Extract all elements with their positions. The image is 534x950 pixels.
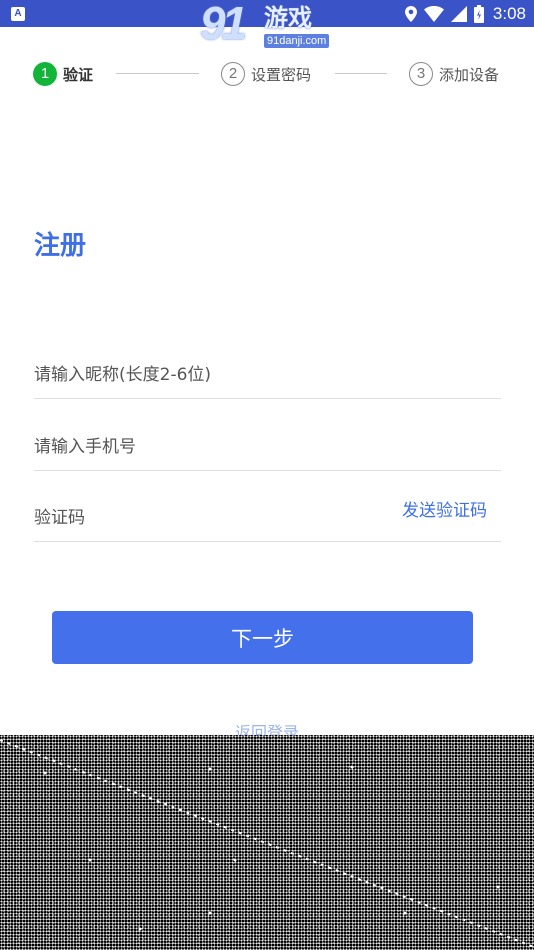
step-divider <box>335 73 387 74</box>
step-add-device: 3 添加设备 <box>409 61 499 87</box>
battery-icon <box>473 4 484 23</box>
watermark-logo: 91 游戏 91danji.com <box>198 0 338 52</box>
signal-icon <box>450 5 467 22</box>
location-icon <box>404 5 417 22</box>
step-3-label: 添加设备 <box>439 65 500 84</box>
step-2-label: 设置密码 <box>251 65 312 84</box>
app-notification-icon: A <box>11 7 25 21</box>
phone-field-container <box>34 424 501 471</box>
send-code-button[interactable]: 发送验证码 <box>402 496 487 521</box>
next-step-button[interactable]: 下一步 <box>52 611 473 664</box>
phone-input[interactable] <box>34 424 501 470</box>
verification-code-input[interactable] <box>34 495 394 541</box>
status-time: 3:08 <box>492 3 526 23</box>
watermark-url: 91danji.com <box>264 34 330 48</box>
nickname-input[interactable] <box>34 352 501 398</box>
watermark-digits: 91 <box>200 0 247 49</box>
step-3-circle: 3 <box>409 62 433 86</box>
noise-overlay <box>0 735 534 950</box>
step-1-circle: 1 <box>33 62 57 86</box>
step-divider <box>116 73 199 74</box>
page-title: 注册 <box>34 231 87 261</box>
nickname-field-container <box>34 352 501 399</box>
watermark-name: 游戏 <box>264 4 312 32</box>
wifi-icon <box>423 5 444 22</box>
back-to-login-link[interactable]: 返回登录 <box>0 718 534 736</box>
step-verify: 1 验证 <box>33 61 93 87</box>
status-icons: 3:08 <box>404 0 526 27</box>
code-field-container <box>34 495 394 542</box>
step-set-password: 2 设置密码 <box>221 61 311 87</box>
step-2-circle: 2 <box>221 62 245 86</box>
noise-streak <box>0 739 534 948</box>
step-1-label: 验证 <box>63 65 94 84</box>
